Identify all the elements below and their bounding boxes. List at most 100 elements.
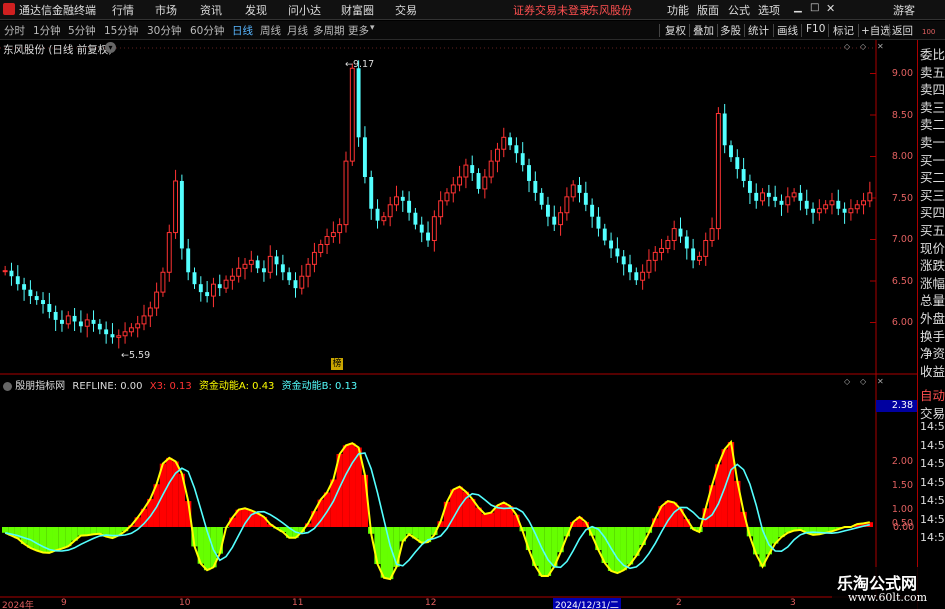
price-tick: 9.00: [891, 68, 913, 79]
period-tab[interactable]: 月线: [287, 23, 308, 38]
candle: [470, 165, 475, 174]
guest-label[interactable]: 游客: [893, 2, 915, 18]
candle: [501, 136, 507, 150]
menu-item-options[interactable]: 选项: [758, 2, 780, 18]
side-panel-item[interactable]: 买五: [920, 220, 945, 239]
menu-item-layout[interactable]: 版面: [697, 2, 719, 18]
period-tab[interactable]: 30分钟: [147, 23, 181, 38]
tool-multi[interactable]: 多股: [720, 23, 741, 38]
candle: [539, 192, 544, 205]
close-icon[interactable]: ✕: [826, 2, 835, 15]
candle: [34, 296, 39, 301]
login-alert[interactable]: 证券交易未登录: [513, 2, 590, 18]
side-panel-item[interactable]: 卖三: [920, 97, 945, 116]
settings-diamond-icon[interactable]: ◇: [844, 377, 850, 386]
chart-canvas[interactable]: [0, 40, 917, 598]
tool-overlay[interactable]: 叠加: [693, 23, 714, 38]
period-tab[interactable]: 1分钟: [33, 23, 61, 38]
tool-back[interactable]: 返回: [892, 23, 913, 38]
collapse-icon[interactable]: ◇: [860, 42, 866, 51]
side-panel-item[interactable]: 买三: [920, 185, 945, 204]
histogram-bar: [58, 527, 66, 549]
collapse-icon[interactable]: ◇: [860, 377, 866, 386]
menu-item-news[interactable]: 资讯: [200, 2, 222, 18]
menu-item-discover[interactable]: 发现: [245, 2, 267, 18]
candle: [854, 204, 860, 210]
indicator-tick: 1.50: [891, 480, 913, 491]
side-panel-item[interactable]: 买四: [920, 202, 945, 221]
candle: [552, 216, 557, 225]
menu-item-formula[interactable]: 公式: [728, 2, 750, 18]
indicator-name: 殷朋指标网: [15, 381, 66, 392]
candle: [9, 270, 14, 277]
candle: [652, 251, 658, 261]
side-panel-item[interactable]: 买一: [920, 150, 945, 169]
histogram-bar: [487, 512, 495, 527]
period-tab[interactable]: 5分钟: [68, 23, 96, 38]
tool-adjust[interactable]: 复权: [665, 23, 686, 38]
settings-diamond-icon[interactable]: ◇: [844, 42, 850, 51]
period-tab-more[interactable]: 更多: [348, 23, 369, 38]
indicator-tick: 1.00: [891, 504, 913, 515]
candle: [324, 236, 330, 245]
tool-draw[interactable]: 画线: [777, 23, 798, 38]
period-tab-selected[interactable]: 日线: [232, 23, 253, 38]
maximize-icon[interactable]: □: [810, 2, 819, 13]
side-panel-item[interactable]: 卖四: [920, 79, 945, 98]
side-panel-item[interactable]: 涨跌: [920, 255, 945, 274]
side-panel-item[interactable]: 涨幅: [920, 273, 945, 292]
tool-f10[interactable]: F10: [806, 23, 825, 35]
time-tick: 3: [790, 598, 796, 608]
side-panel-item[interactable]: 委比: [920, 44, 945, 63]
menu-item-ask[interactable]: 问小达: [288, 2, 321, 18]
period-tab[interactable]: 分时: [4, 23, 25, 38]
candle: [457, 176, 463, 186]
side-panel-item[interactable]: 现价: [920, 238, 945, 257]
side-panel-item[interactable]: 卖五: [920, 62, 945, 81]
histogram-bar: [380, 527, 388, 578]
candle: [444, 192, 450, 202]
price-axis: 9.00 8.50 8.00 7.50 7.00 6.50 6.00: [880, 40, 917, 375]
side-panel-item[interactable]: 收益: [920, 361, 945, 380]
candle: [476, 173, 481, 189]
side-panel-item[interactable]: 外盘: [920, 308, 945, 327]
minimize-icon[interactable]: ▁: [794, 2, 802, 13]
period-tab[interactable]: 周线: [260, 23, 281, 38]
tool-add-favorite[interactable]: +自选: [861, 23, 891, 38]
candle: [407, 200, 412, 213]
tool-mark[interactable]: 标记: [833, 23, 854, 38]
side-panel-item[interactable]: 净资: [920, 343, 945, 362]
price-tick: 7.50: [891, 193, 913, 204]
candle: [545, 204, 550, 217]
candle: [236, 267, 242, 277]
candle: [28, 289, 33, 297]
candle: [583, 192, 588, 205]
side-panel-item[interactable]: 买二: [920, 167, 945, 186]
chevron-down-icon[interactable]: ▾: [105, 42, 116, 53]
indicator-axis: 2.38 2.00 1.50 1.00 0.50: [876, 376, 917, 598]
time-tick: 12: [425, 598, 437, 608]
chevron-down-icon[interactable]: ▾: [370, 23, 375, 33]
menu-item-quotes[interactable]: 行情: [112, 2, 134, 18]
menu-item-wealth[interactable]: 财富圈: [341, 2, 374, 18]
side-panel-item[interactable]: 总量: [920, 290, 945, 309]
side-panel-item[interactable]: 换手: [920, 326, 945, 345]
event-marker-badge[interactable]: 榜: [331, 358, 343, 370]
period-tab[interactable]: 多周期: [313, 23, 345, 38]
menu-item-trade[interactable]: 交易: [395, 2, 417, 18]
side-panel-item[interactable]: 卖二: [920, 114, 945, 133]
auto-trade-label[interactable]: 自动: [920, 385, 945, 404]
period-tab[interactable]: 15分钟: [104, 23, 138, 38]
candle: [634, 272, 639, 281]
histogram-bar: [39, 527, 47, 553]
candle: [520, 153, 525, 166]
chevron-down-icon[interactable]: [3, 381, 12, 391]
period-tab[interactable]: 60分钟: [190, 23, 224, 38]
tool-stats[interactable]: 统计: [748, 23, 769, 38]
candle: [349, 67, 355, 162]
candle: [287, 272, 292, 281]
refline-value: REFLINE: 0.00: [72, 381, 143, 392]
menu-item-market[interactable]: 市场: [155, 2, 177, 18]
side-panel-item[interactable]: 卖一: [920, 132, 945, 151]
menu-item-function[interactable]: 功能: [667, 2, 689, 18]
